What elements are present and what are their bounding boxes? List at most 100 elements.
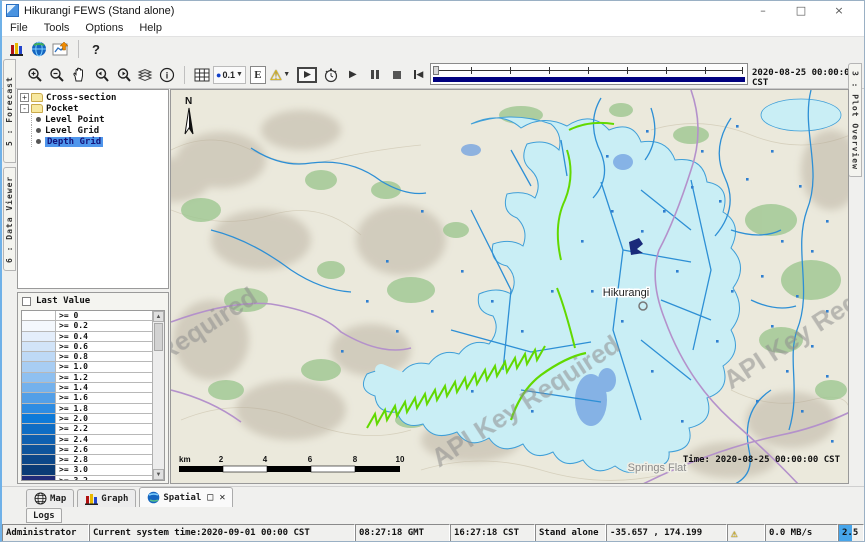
logs-tab[interactable]: Logs [26,508,62,523]
maximize-button[interactable]: □ [782,1,820,20]
menu-tools[interactable]: Tools [36,21,78,35]
last-value-checkbox[interactable] [22,297,31,306]
database-icon[interactable] [7,39,27,59]
menu-file[interactable]: File [2,21,36,35]
scroll-down-icon[interactable]: ▼ [153,469,164,480]
window-title: Hikurangi FEWS (Stand alone) [24,5,174,17]
legend-row: >= 3.2 [22,476,152,481]
tab-graph[interactable]: Graph [77,489,136,507]
menu-help[interactable]: Help [131,21,170,35]
decimal-precision-dropdown[interactable]: ● 0.1 ▼ [213,66,246,84]
menu-bar: File Tools Options Help [2,20,864,37]
status-user: Administrator [2,524,89,542]
scrollbar-thumb[interactable] [154,323,163,351]
thresholds-warning-dropdown[interactable]: ⚠ ▼ [267,65,293,85]
warning-icon: ⚠ [270,68,283,82]
close-button[interactable]: × [820,1,858,20]
spatial-display-icon[interactable] [51,39,71,59]
legend-table: >= 0 >= 0.2 >= 0.4 >= 0.6 >= 0.8 >= 1.0 … [21,310,165,481]
pan-hand-icon[interactable] [69,65,89,85]
wireframe-globe-icon [34,492,47,505]
legend-row: >= 2.0 [22,414,152,424]
layers-icon[interactable] [135,65,155,85]
menu-options[interactable]: Options [77,21,131,35]
stop-button[interactable] [387,65,407,85]
bar-chart-icon [85,492,98,505]
main-toolbar: ? [2,37,864,61]
tree-item-level-grid[interactable]: Level Grid [18,125,168,136]
svg-text:2: 2 [219,455,224,464]
legend-row: >= 2.4 [22,435,152,445]
legend-toggle-button[interactable]: E [250,66,266,84]
play-button[interactable]: ▶ [343,65,363,85]
tab-plot-overview[interactable]: 3 : Plot Overview [848,63,862,177]
legend-row: >= 1.0 [22,362,152,372]
tab-maximize-icon[interactable]: □ [207,492,213,503]
timeline-range-bar [433,77,745,82]
timeline-thumb[interactable] [433,66,439,75]
collapse-icon[interactable]: - [20,104,29,113]
folder-icon [31,93,43,102]
tab-spatial[interactable]: Spatial □ ✕ [139,487,233,507]
map-viewport[interactable]: Hikurangi Springs Flat API Key Required … [170,89,849,484]
tree-item-depth-grid[interactable]: Depth Grid [18,136,168,147]
display-tab-bar: Map Graph Spatial □ ✕ [2,486,864,507]
folder-icon [31,104,43,113]
zoom-out-icon[interactable] [47,65,67,85]
node-bullet-icon [36,128,41,133]
town-label: Hikurangi [603,287,649,299]
tab-forecast[interactable]: 5 : Forecast [3,59,16,163]
warning-icon: ⚠ [731,528,738,539]
legend-row: >= 1.6 [22,393,152,403]
status-warning[interactable]: ⚠ [727,524,765,542]
legend-scrollbar[interactable]: ▲ ▼ [152,311,164,480]
legend-row: >= 1.2 [22,373,152,383]
legend-row: >= 3.0 [22,465,152,475]
skip-start-button[interactable]: ◀ [409,65,429,85]
status-gmt-time: 08:27:18 GMT [355,524,450,542]
svg-text:6: 6 [308,455,313,464]
zoom-next-icon[interactable] [113,65,133,85]
zoom-in-icon[interactable] [25,65,45,85]
dot-icon: ● [216,70,221,80]
help-icon[interactable]: ? [86,39,106,59]
filter-tree-panel: + Cross-section - Pocket Level Point Lev… [17,89,169,289]
legend-row: >= 0.2 [22,321,152,331]
tree-item-level-point[interactable]: Level Point [18,114,168,125]
svg-text:4: 4 [263,455,268,464]
legend-row: >= 0 [22,311,152,321]
tab-close-icon[interactable]: ✕ [219,492,225,503]
zoom-previous-icon[interactable] [91,65,111,85]
svg-text:i: i [166,70,169,80]
legend-row: >= 2.6 [22,445,152,455]
svg-text:N: N [185,96,192,107]
timeline-slider[interactable] [430,63,748,85]
status-local-time: 16:27:18 CST [450,524,535,542]
status-coordinates: -35.657 , 174.199 [606,524,727,542]
status-download-speed: 0.0 MB/s [765,524,838,542]
grid-display-icon[interactable] [192,65,212,85]
pause-button[interactable] [365,65,385,85]
status-system-time: Current system time:2020-09-01 00:00 CST [89,524,355,542]
minimize-button[interactable]: – [744,1,782,20]
tree-item-cross-section[interactable]: + Cross-section [18,92,168,103]
tree-item-pocket[interactable]: - Pocket [18,103,168,114]
info-icon[interactable]: i [157,65,177,85]
status-bar: Administrator Current system time:2020-0… [2,524,864,542]
animation-player-icon[interactable] [297,67,317,83]
globe-icon[interactable] [29,39,49,59]
logs-bar: Logs [2,507,864,524]
stopwatch-icon[interactable] [321,65,341,85]
legend-panel: Last Value >= 0 >= 0.2 >= 0.4 >= 0.6 >= … [17,292,169,484]
scroll-up-icon[interactable]: ▲ [153,311,164,322]
legend-row: >= 0.4 [22,332,152,342]
app-window: Hikurangi FEWS (Stand alone) – □ × File … [0,0,865,542]
expand-icon[interactable]: + [20,93,29,102]
place-label: Springs Flat [628,462,687,474]
node-bullet-icon [36,117,41,122]
tab-map[interactable]: Map [26,489,74,507]
tab-data-viewer[interactable]: 6 : Data Viewer [3,167,16,271]
chevron-down-icon: ▼ [283,71,290,78]
legend-row: >= 2.8 [22,455,152,465]
status-mode: Stand alone [535,524,606,542]
